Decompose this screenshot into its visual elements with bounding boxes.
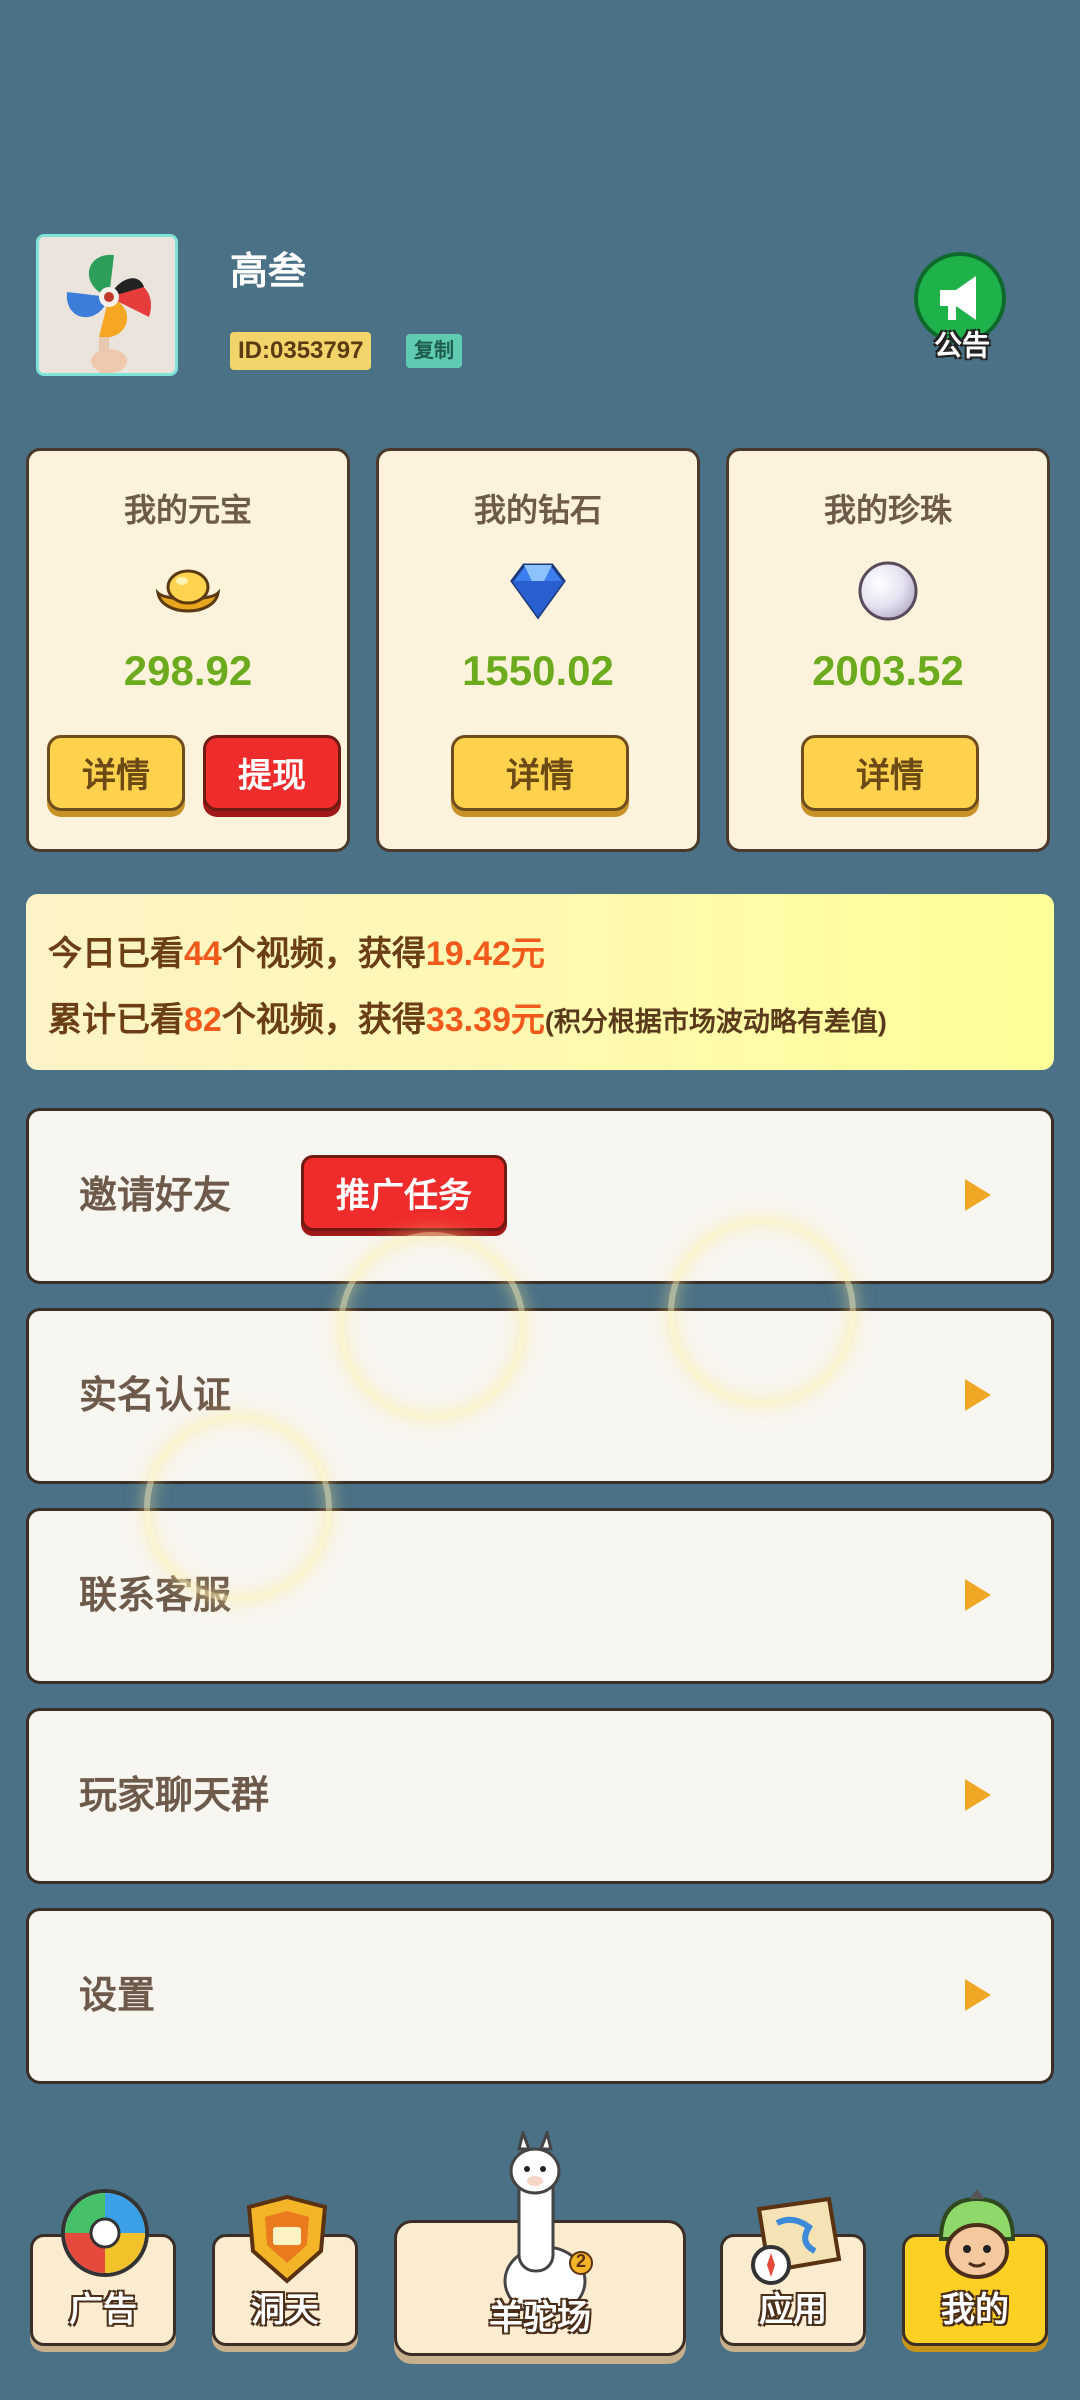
total-prefix: 累计已看 — [48, 1001, 184, 1039]
total-stats: 累计已看82个视频，获得33.39元(积分根据市场波动略有差值) — [48, 992, 887, 1041]
nav-ads[interactable]: 广告 — [30, 2189, 176, 2346]
total-amount: 33.39元 — [425, 1001, 545, 1039]
menu-label: 实名认证 — [79, 1375, 232, 1417]
color-wheel-icon — [59, 2187, 151, 2284]
menu-invite-friends[interactable]: 邀请好友 推广任务 — [26, 1108, 1054, 1284]
menu-label: 玩家聊天群 — [79, 1775, 270, 1817]
menu-label: 联系客服 — [79, 1575, 232, 1617]
chevron-right-icon — [965, 1579, 991, 1611]
total-mid: 个视频，获得 — [221, 1001, 426, 1039]
gold-ingot-icon — [152, 555, 224, 627]
diamond-icon — [502, 555, 574, 627]
today-mid: 个视频，获得 — [221, 935, 426, 973]
pearl-detail-button[interactable]: 详情 — [801, 735, 979, 811]
card-title: 我的元宝 — [123, 492, 252, 528]
announcement-label: 公告 — [933, 330, 990, 361]
pearl-card: 我的珍珠 2003.52 详情 — [726, 448, 1050, 852]
nav-apps[interactable]: 应用 — [720, 2196, 866, 2346]
alpaca-badge-count: 2 — [575, 2251, 586, 2271]
chevron-right-icon — [965, 1179, 991, 1211]
today-count: 44 — [184, 935, 222, 973]
user-id-tag: ID:0353797 — [230, 332, 372, 370]
menu-label: 设置 — [79, 1975, 156, 2017]
promotion-task-button[interactable]: 推广任务 — [301, 1155, 507, 1231]
menu-player-chat-group[interactable]: 玩家聊天群 — [26, 1708, 1054, 1884]
nav-label: 羊驼场 — [489, 2299, 591, 2337]
video-stats-banner: 今日已看44个视频，获得19.42元 累计已看82个视频，获得33.39元(积分… — [26, 894, 1054, 1070]
menu-contact-support[interactable]: 联系客服 — [26, 1508, 1054, 1684]
chevron-right-icon — [965, 1979, 991, 2011]
pearl-value: 2003.52 — [812, 647, 964, 694]
chevron-right-icon — [965, 1779, 991, 1811]
diamond-detail-button[interactable]: 详情 — [451, 735, 629, 811]
today-amount: 19.42元 — [425, 935, 545, 973]
nav-label: 广告 — [69, 2291, 137, 2329]
total-count: 82 — [184, 1001, 222, 1039]
character-avatar-icon — [927, 2189, 1027, 2294]
avatar[interactable] — [36, 234, 178, 376]
withdraw-button[interactable]: 提现 — [203, 735, 341, 811]
pearl-icon — [852, 555, 924, 627]
username: 高叁 — [230, 251, 307, 293]
menu-settings[interactable]: 设置 — [26, 1908, 1054, 2084]
shield-badge-icon — [235, 2193, 339, 2294]
ingot-card: 我的元宝 298.92 详情 提现 — [26, 448, 350, 852]
copy-id-button[interactable]: 复制 — [406, 334, 462, 368]
diamond-value: 1550.02 — [462, 647, 614, 694]
nav-dongtian[interactable]: 洞天 — [212, 2194, 358, 2346]
chevron-right-icon — [965, 1379, 991, 1411]
menu-label: 邀请好友 — [79, 1175, 232, 1217]
total-note: (积分根据市场波动略有差值) — [544, 1007, 887, 1037]
card-title: 我的珍珠 — [823, 492, 952, 528]
nav-alpaca-farm[interactable]: 2 羊驼场 — [394, 2127, 686, 2356]
ingot-value: 298.92 — [123, 647, 253, 694]
announcement-button[interactable]: 公告 — [912, 252, 1012, 362]
menu-real-name-verification[interactable]: 实名认证 — [26, 1308, 1054, 1484]
avatar-swirl-image — [39, 237, 175, 373]
nav-label: 我的 — [941, 2291, 1009, 2329]
nav-label: 应用 — [759, 2291, 827, 2329]
ingot-detail-button[interactable]: 详情 — [47, 735, 185, 811]
today-prefix: 今日已看 — [48, 935, 184, 973]
today-stats: 今日已看44个视频，获得19.42元 — [48, 926, 545, 975]
nav-label: 洞天 — [251, 2291, 319, 2329]
card-title: 我的钻石 — [473, 492, 602, 528]
nav-mine[interactable]: 我的 — [902, 2189, 1048, 2346]
diamond-card: 我的钻石 1550.02 详情 — [376, 448, 700, 852]
map-compass-icon — [743, 2193, 847, 2294]
